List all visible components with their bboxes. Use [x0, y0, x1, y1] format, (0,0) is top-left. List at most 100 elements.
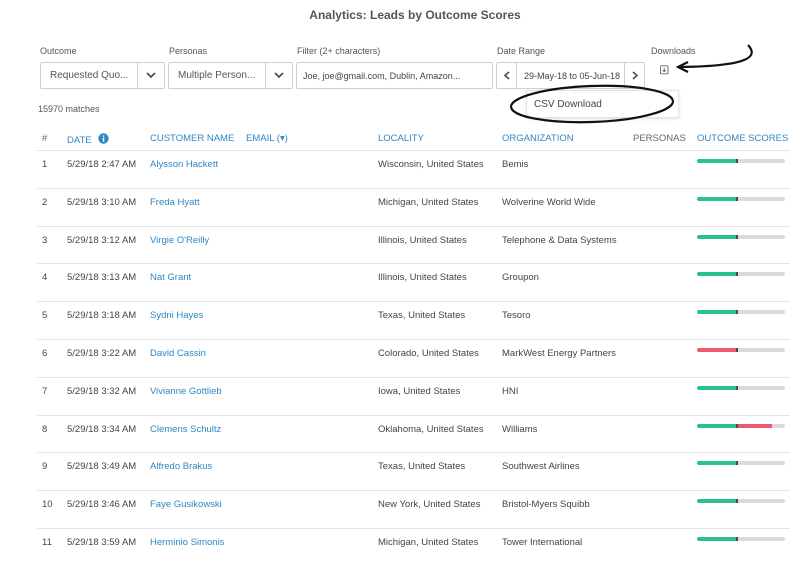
outcome-score-bar [697, 196, 785, 201]
score-segment-good [697, 423, 737, 428]
date-range-value: 29-May-18 to 05-Jun-18 [524, 71, 620, 81]
row-customer-name[interactable]: Vivianne Gottlieb [150, 386, 222, 397]
row-organization: Williams [502, 423, 538, 435]
row-date: 5/29/18 3:59 AM [67, 536, 137, 548]
date-range-picker[interactable]: 29-May-18 to 05-Jun-18 [496, 62, 645, 89]
outcome-select[interactable]: Requested Quo... [40, 62, 165, 89]
chevron-down-icon[interactable] [137, 63, 164, 88]
row-locality: New York, United States [378, 499, 481, 511]
row-locality: Wisconsin, United States [378, 159, 484, 170]
row-organization: HNI [502, 385, 519, 397]
row-organization: Bristol-Myers Squibb [502, 499, 590, 511]
row-number: 8 [42, 423, 48, 435]
score-segment-good [697, 234, 737, 239]
row-locality: Illinois, United States [378, 234, 467, 246]
score-marker [735, 310, 738, 315]
row-locality: Michigan, United States [378, 196, 479, 208]
table-row[interactable]: 10 5/29/18 3:46 AM Faye Gusikowski New York… [37, 490, 790, 528]
row-locality: Iowa, United States [378, 385, 461, 397]
row-number: 10 [42, 499, 53, 511]
score-segment-good [697, 385, 737, 390]
score-marker [735, 196, 738, 201]
row-date: 5/29/18 2:47 AM [67, 159, 137, 170]
table-row[interactable]: 5 5/29/18 3:18 AM Sydni Hayes Texas, United… [37, 301, 790, 339]
score-marker [735, 159, 738, 163]
row-customer-name[interactable]: Clemens Schultz [150, 424, 221, 435]
column-header-outcome-scores[interactable]: OUTCOME SCORES [697, 133, 788, 144]
row-number: 11 [42, 536, 52, 548]
row-customer-name[interactable]: Freda Hyatt [150, 197, 200, 208]
column-header-date[interactable]: DATE [67, 133, 109, 147]
chevron-right-icon[interactable] [624, 63, 644, 88]
table-row[interactable]: 3 5/29/18 3:12 AM Virgie O'Reilly Illinois,… [37, 225, 790, 264]
row-customer-name[interactable]: Sydni Hayes [150, 310, 203, 321]
row-customer-name[interactable]: Nat Grant [150, 272, 191, 283]
row-customer-name[interactable]: Alysson Hackett [150, 159, 218, 170]
table-row[interactable]: 6 5/29/18 3:22 AM David Cassin Colorado, Un… [37, 338, 790, 377]
score-marker [735, 499, 738, 504]
column-header-organization[interactable]: ORGANIZATION [502, 133, 574, 144]
row-date: 5/29/18 3:18 AM [67, 310, 137, 322]
row-locality: Oklahoma, United States [378, 423, 484, 435]
filter-input[interactable] [296, 62, 493, 89]
row-customer-name[interactable]: David Cassin [150, 348, 206, 359]
table-row[interactable]: 11 5/29/18 3:59 AM Herminio Simonis Michiga… [37, 527, 790, 565]
outcome-score-bar [697, 159, 785, 163]
csv-download-item[interactable]: CSV Download [534, 99, 602, 110]
outcome-score-bar [697, 234, 785, 239]
score-marker [735, 461, 738, 466]
row-locality: Michigan, United States [378, 536, 479, 548]
score-segment-good [697, 196, 737, 201]
column-header-locality[interactable]: LOCALITY [378, 133, 424, 144]
table-row[interactable]: 2 5/29/18 3:10 AM Freda Hyatt Michigan, Uni… [37, 187, 790, 226]
row-number: 7 [42, 385, 48, 397]
score-marker [735, 385, 738, 390]
table-row[interactable]: 7 5/29/18 3:32 AM Vivianne Gottlieb Iowa, U… [37, 376, 790, 415]
row-customer-name[interactable]: Virgie O'Reilly [150, 235, 209, 246]
row-organization: Tower International [502, 536, 583, 548]
score-segment-bad [697, 347, 737, 352]
chevron-left-icon[interactable] [497, 63, 517, 88]
table-row[interactable]: 8 5/29/18 3:34 AM Clemens Schultz Oklahoma,… [37, 414, 790, 453]
row-customer-name[interactable]: Faye Gusikowski [150, 499, 222, 510]
score-segment-good [697, 272, 737, 277]
download-icon[interactable] [659, 63, 670, 75]
date-range-label: Date Range [497, 46, 546, 56]
table-row[interactable]: 4 5/29/18 3:13 AM Nat Grant Illinois, Unite… [37, 263, 790, 301]
column-header-email[interactable]: EMAIL (▾) [246, 133, 288, 144]
row-date: 5/29/18 3:12 AM [67, 234, 137, 246]
row-customer-name[interactable]: Alfredo Brakus [150, 461, 212, 472]
row-date: 5/29/18 3:32 AM [67, 385, 137, 397]
score-segment-good [697, 310, 737, 315]
personas-select[interactable]: Multiple Person... [168, 62, 293, 89]
outcome-score-bar [697, 272, 785, 277]
row-number: 9 [42, 461, 48, 473]
chevron-down-icon[interactable] [265, 63, 292, 88]
row-locality: Texas, United States [378, 310, 466, 322]
score-marker [735, 347, 738, 352]
row-number: 1 [42, 159, 48, 170]
row-date: 5/29/18 3:10 AM [67, 196, 137, 208]
score-marker [735, 536, 738, 541]
table-row[interactable]: 9 5/29/18 3:49 AM Alfredo Brakus Texas, Uni… [37, 452, 790, 490]
column-header-personas: PERSONAS [633, 133, 686, 144]
outcome-score-bar [697, 310, 785, 315]
column-header-customer-name[interactable]: CUSTOMER NAME [150, 133, 234, 144]
row-number: 3 [42, 234, 48, 246]
info-icon[interactable] [97, 133, 109, 147]
score-marker [735, 272, 738, 277]
row-customer-name[interactable]: Herminio Simonis [150, 537, 224, 548]
row-locality: Colorado, United States [378, 347, 479, 359]
row-locality: Illinois, United States [378, 272, 467, 284]
row-organization: Southwest Airlines [502, 461, 580, 473]
outcome-score-bar [697, 347, 785, 352]
outcome-score-bar [697, 536, 785, 541]
column-header-num: # [42, 133, 48, 144]
row-date: 5/29/18 3:46 AM [67, 499, 137, 511]
filter-label: Filter (2+ characters) [297, 46, 381, 56]
score-marker [735, 423, 738, 428]
table-row[interactable]: 1 5/29/18 2:47 AM Alysson Hackett Wisconsin… [37, 150, 790, 188]
score-segment-good [697, 461, 737, 466]
row-number: 4 [42, 272, 48, 284]
downloads-menu: CSV Download [526, 90, 679, 118]
